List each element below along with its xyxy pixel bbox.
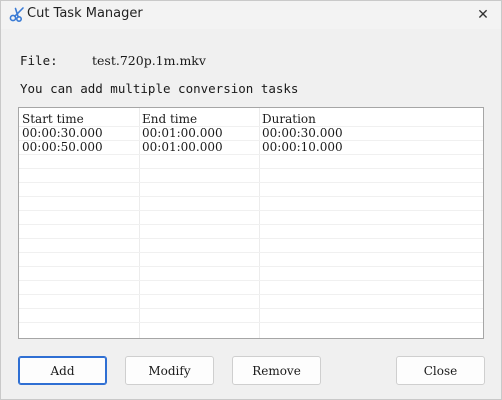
task-list[interactable]: Start time End time Duration 00:00:30.00… [18, 107, 484, 339]
column-header-start-time[interactable]: Start time [22, 112, 84, 126]
table-row-1-end-time[interactable]: 00:01:00.000 [142, 126, 223, 140]
row-divider [19, 252, 483, 253]
column-header-end-time[interactable]: End time [142, 112, 197, 126]
column-header-duration[interactable]: Duration [262, 112, 316, 126]
column-divider [259, 108, 260, 338]
row-divider [19, 196, 483, 197]
row-divider [19, 224, 483, 225]
table-row-2-start-time[interactable]: 00:00:50.000 [22, 140, 103, 154]
modify-button[interactable]: Modify [125, 356, 214, 385]
column-divider [139, 108, 140, 338]
row-divider [19, 154, 483, 155]
close-button[interactable]: Close [396, 356, 485, 385]
table-row-2-end-time[interactable]: 00:01:00.000 [142, 140, 223, 154]
window-title: Cut Task Manager [27, 6, 143, 21]
remove-button[interactable]: Remove [232, 356, 321, 385]
cut-task-manager-window: Cut Task Manager ✕ File: test.720p.1m.mk… [0, 0, 502, 400]
row-divider [19, 238, 483, 239]
add-button[interactable]: Add [18, 356, 107, 385]
row-divider [19, 266, 483, 267]
row-divider [19, 210, 483, 211]
scissors-icon [9, 7, 24, 22]
row-divider [19, 280, 483, 281]
table-row-2-duration[interactable]: 00:00:10.000 [262, 140, 343, 154]
title-bar[interactable]: Cut Task Manager ✕ [1, 1, 501, 29]
row-divider [19, 308, 483, 309]
row-divider [19, 168, 483, 169]
row-divider [19, 294, 483, 295]
close-icon[interactable]: ✕ [465, 1, 501, 29]
row-divider [19, 182, 483, 183]
table-row-1-start-time[interactable]: 00:00:30.000 [22, 126, 103, 140]
hint-text: You can add multiple conversion tasks [20, 81, 299, 96]
table-row-1-duration[interactable]: 00:00:30.000 [262, 126, 343, 140]
file-label: File: [20, 53, 58, 68]
row-divider [19, 322, 483, 323]
file-name: test.720p.1m.mkv [92, 53, 206, 68]
